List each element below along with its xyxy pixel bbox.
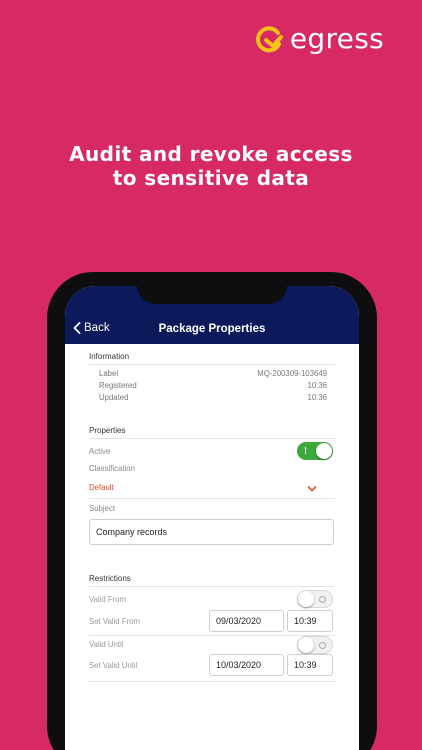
- phone-notch: [137, 284, 287, 304]
- headline-line-2: to sensitive data: [112, 166, 310, 190]
- valid-until-time-input[interactable]: 10:39: [287, 654, 333, 676]
- info-registered-value: 10:36: [307, 381, 327, 390]
- classification-label: Classification: [89, 464, 135, 473]
- toggle-knob: [298, 637, 314, 653]
- divider: [89, 635, 335, 636]
- divider: [89, 364, 335, 365]
- info-row-label: Label MQ-200309-103649: [99, 369, 327, 378]
- divider: [89, 586, 335, 587]
- divider: [89, 498, 335, 499]
- page-title: Package Properties: [158, 323, 266, 335]
- subject-input[interactable]: Company records: [89, 519, 334, 545]
- valid-until-date-input[interactable]: 10/03/2020: [209, 654, 284, 676]
- info-row-registered: Registered 10:36: [99, 381, 327, 390]
- valid-from-toggle[interactable]: [297, 590, 333, 608]
- phone-frame: Back Package Properties Information Labe…: [47, 272, 377, 750]
- restrictions-section-title: Restrictions: [89, 574, 131, 583]
- valid-until-label: Valid Until: [89, 640, 124, 649]
- info-updated-key: Updated: [99, 393, 129, 402]
- divider: [89, 438, 335, 439]
- headline: Audit and revoke access to sensitive dat…: [0, 142, 422, 190]
- toggle-knob: [316, 443, 332, 459]
- chevron-down-icon[interactable]: [307, 485, 317, 493]
- phone-screen: Back Package Properties Information Labe…: [65, 286, 359, 750]
- brand-name: egress: [289, 22, 384, 55]
- properties-section-title: Properties: [89, 426, 126, 435]
- active-toggle[interactable]: [297, 442, 333, 460]
- valid-until-toggle[interactable]: [297, 636, 333, 654]
- brand-logo: egress: [254, 22, 384, 55]
- valid-from-time-input[interactable]: 10:39: [287, 610, 333, 632]
- info-registered-key: Registered: [99, 381, 137, 390]
- info-label-value: MQ-200309-103649: [257, 369, 327, 378]
- valid-from-label: Valid From: [89, 595, 127, 604]
- classification-select[interactable]: Default: [89, 483, 114, 492]
- divider: [89, 681, 335, 682]
- info-label-key: Label: [99, 369, 119, 378]
- valid-from-date-input[interactable]: 09/03/2020: [209, 610, 284, 632]
- info-updated-value: 10:36: [307, 393, 327, 402]
- package-properties-content: Information Label MQ-200309-103649 Regis…: [65, 344, 359, 750]
- egress-logo-icon: [255, 25, 283, 52]
- set-valid-from-label: Set Valid From: [89, 617, 140, 626]
- headline-line-1: Audit and revoke access: [69, 142, 353, 166]
- toggle-knob: [298, 591, 314, 607]
- info-row-updated: Updated 10:36: [99, 393, 327, 402]
- subject-label: Subject: [89, 504, 116, 513]
- information-section-title: Information: [89, 352, 130, 361]
- set-valid-until-label: Set Valid Until: [89, 661, 138, 670]
- active-label: Active: [89, 447, 111, 456]
